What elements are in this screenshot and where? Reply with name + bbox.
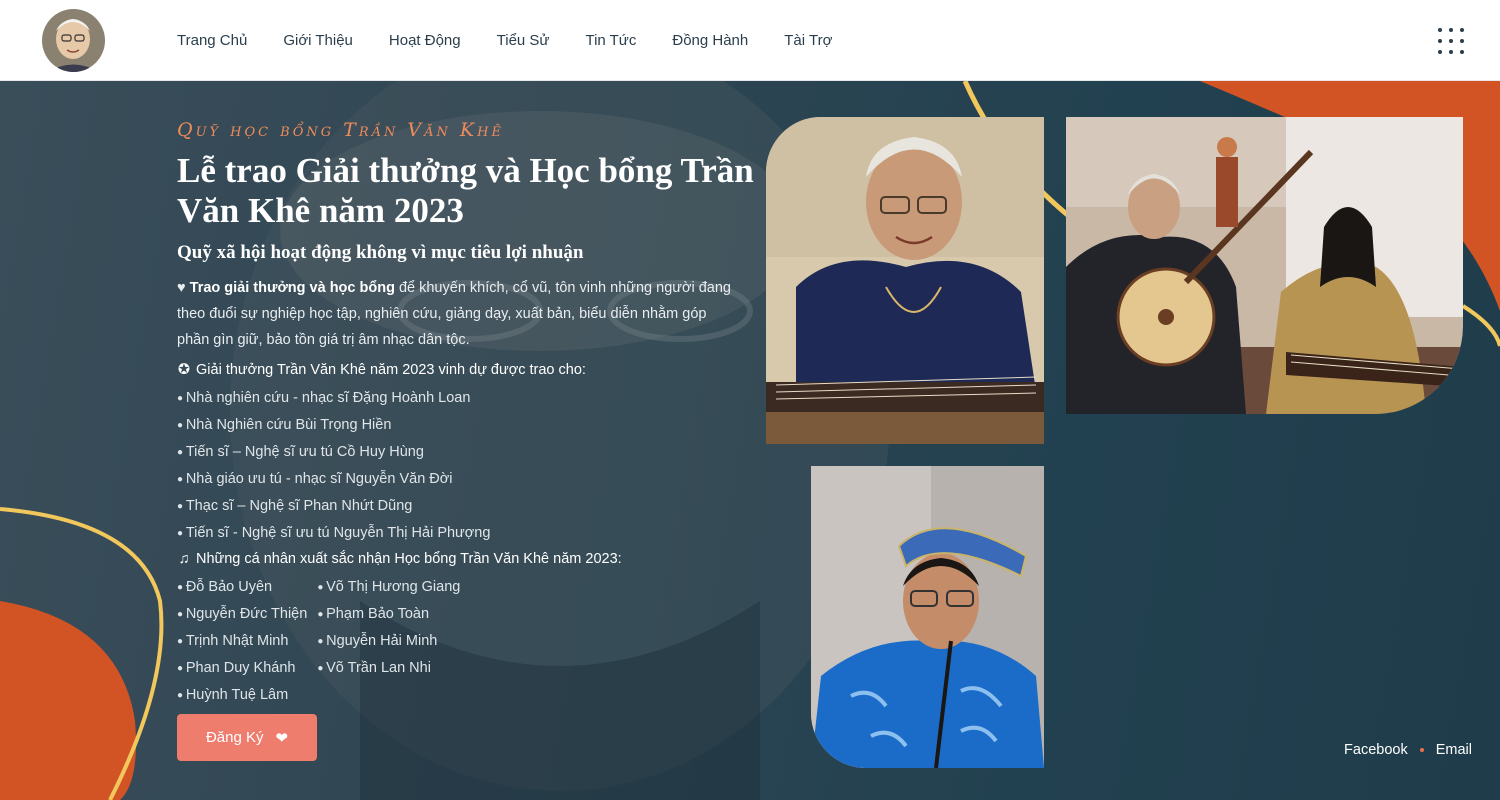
nav-tieu-su[interactable]: Tiểu Sử [497, 32, 550, 49]
list-item: Thạc sĩ – Nghệ sĩ Phan Nhứt Dũng [177, 493, 490, 520]
logo-avatar[interactable] [42, 9, 105, 72]
nav-trang-chu[interactable]: Trang Chủ [177, 32, 247, 49]
nav-tai-tro[interactable]: Tài Trợ [784, 32, 832, 49]
nav-tin-tuc[interactable]: Tin Tức [585, 32, 636, 49]
nav-dong-hanh[interactable]: Đồng Hành [672, 32, 748, 49]
social-links: Facebook Email [1344, 742, 1472, 758]
photo-duet-performance [1066, 117, 1463, 414]
scholars-columns: Đỗ Bảo Uyên Nguyễn Đức Thiện Trịnh Nhật … [177, 574, 461, 709]
music-note-icon: ♫ [178, 551, 190, 567]
separator-dot [1419, 748, 1424, 752]
list-item: Nguyễn Đức Thiện [177, 601, 307, 628]
main-nav: Trang Chủ Giới Thiệu Hoạt Động Tiểu Sử T… [177, 0, 832, 81]
site-header: Trang Chủ Giới Thiệu Hoạt Động Tiểu Sử T… [0, 0, 1500, 81]
register-button[interactable]: Đăng Ký ❤ [177, 714, 317, 761]
list-item: Nhà nghiên cứu - nhạc sĩ Đặng Hoành Loan [177, 385, 490, 412]
scholars-list-2: Võ Thị Hương Giang Phạm Bảo Toàn Nguyễn … [317, 574, 460, 709]
email-link[interactable]: Email [1436, 742, 1472, 758]
hero-section: Quỹ học bổng Trần Văn Khê Lễ trao Giải t… [0, 81, 1500, 800]
nav-gioi-thieu[interactable]: Giới Thiệu [283, 32, 353, 49]
eyebrow-text: Quỹ học bổng Trần Văn Khê [177, 119, 504, 141]
list-item: Nguyễn Hải Minh [317, 628, 460, 655]
hand-heart-icon: ❤ [275, 729, 289, 747]
intro-paragraph: ♥ Trao giải thưởng và học bổng để khuyến… [177, 275, 742, 353]
nav-hoat-dong[interactable]: Hoạt Động [389, 32, 461, 49]
scholars-list-1: Đỗ Bảo Uyên Nguyễn Đức Thiện Trịnh Nhật … [177, 574, 307, 709]
heart-icon: ♥ [177, 280, 186, 296]
list-item: Tiến sĩ – Nghệ sĩ ưu tú Cồ Huy Hùng [177, 439, 490, 466]
grid-menu-icon[interactable] [1438, 28, 1464, 54]
list-item: Phan Duy Khánh [177, 655, 307, 682]
page-title: Lễ trao Giải thưởng và Học bổng Trần Văn… [177, 151, 754, 230]
list-item: Trịnh Nhật Minh [177, 628, 307, 655]
register-label: Đăng Ký [205, 729, 264, 746]
photo-elder-musician [766, 117, 1044, 444]
facebook-link[interactable]: Facebook [1344, 742, 1408, 758]
list-item: Tiến sĩ - Nghệ sĩ ưu tú Nguyễn Thị Hải P… [177, 520, 491, 547]
list-item: Võ Trần Lan Nhi [317, 655, 460, 682]
list-item: Nhà giáo ưu tú - nhạc sĩ Nguyễn Văn Đời [177, 466, 490, 493]
list-item: Phạm Bảo Toàn [317, 601, 460, 628]
list-item: Nhà Nghiên cứu Bùi Trọng Hiền [177, 412, 490, 439]
list-item: Võ Thị Hương Giang [317, 574, 460, 601]
list-item: Đỗ Bảo Uyên [177, 574, 307, 601]
scholars-heading: ♫ Những cá nhân xuất sắc nhận Học bổng Tr… [178, 551, 622, 567]
hero-subtitle: Quỹ xã hội hoạt động không vì mục tiêu l… [177, 242, 584, 263]
awards-list: Nhà nghiên cứu - nhạc sĩ Đặng Hoành Loan… [177, 385, 491, 547]
list-item: Huỳnh Tuệ Lâm [177, 682, 307, 709]
intro-bold: Trao giải thưởng và học bổng [189, 280, 395, 296]
medal-icon: ✪ [177, 362, 191, 378]
photo-young-musician [811, 466, 1044, 768]
awards-heading: ✪ Giải thưởng Trần Văn Khê năm 2023 vinh … [177, 362, 586, 378]
